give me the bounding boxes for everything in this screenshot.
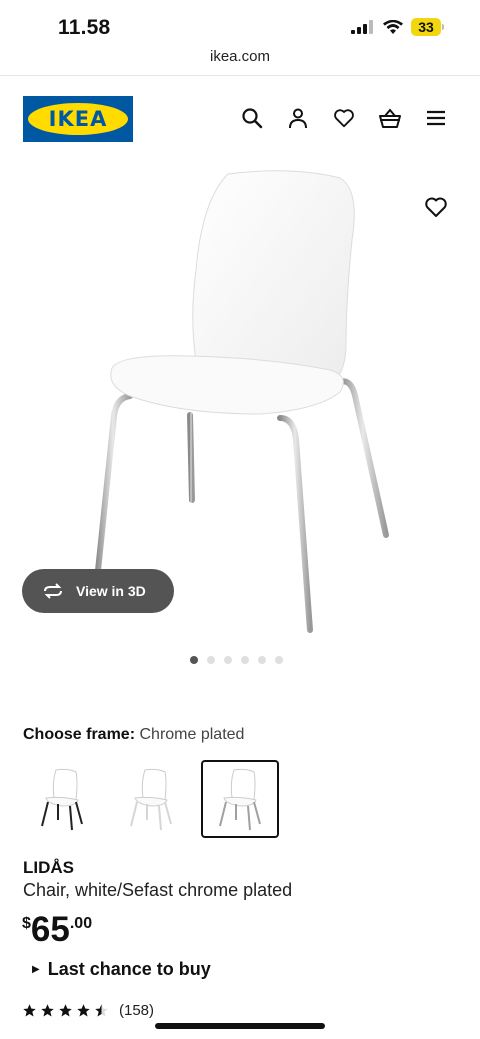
product-price: $ 65 .00: [22, 910, 92, 950]
frame-selected-value: Chrome plated: [139, 726, 245, 743]
account-icon[interactable]: [286, 106, 310, 130]
star-full-icon: [23, 1004, 36, 1017]
star-half-icon: [95, 1004, 108, 1017]
frame-option-white[interactable]: [112, 760, 190, 838]
expand-triangle-icon: ▶: [32, 964, 40, 975]
frame-option-chrome[interactable]: [201, 760, 279, 838]
gallery-dot[interactable]: [241, 656, 249, 664]
site-header: IKEA: [0, 96, 480, 144]
battery-icon: 33: [411, 18, 444, 36]
last-chance-notice[interactable]: ▶ Last chance to buy: [32, 959, 211, 980]
add-to-favourites-icon[interactable]: [424, 196, 448, 220]
view-in-3d-button[interactable]: View in 3D: [22, 569, 174, 613]
star-full-icon: [41, 1004, 54, 1017]
url-bar[interactable]: ikea.com: [0, 48, 480, 76]
frame-options: [23, 760, 279, 838]
search-icon[interactable]: [240, 106, 264, 130]
gallery-dot[interactable]: [190, 656, 198, 664]
gallery-dot[interactable]: [224, 656, 232, 664]
product-description: Chair, white/Sefast chrome plated: [23, 880, 293, 900]
gallery-dot[interactable]: [258, 656, 266, 664]
frame-selector-label: Choose frame: Chrome plated: [23, 726, 244, 744]
rating-stars: [22, 1003, 109, 1018]
gallery-pagination: [190, 656, 283, 664]
url-text: ikea.com: [209, 48, 271, 65]
wifi-icon: [383, 19, 403, 34]
last-chance-label: Last chance to buy: [47, 959, 211, 979]
home-indicator: [155, 1023, 325, 1029]
gallery-dot[interactable]: [275, 656, 283, 664]
price-currency: $: [22, 915, 31, 932]
product-rating[interactable]: (158): [22, 1002, 154, 1019]
star-full-icon: [77, 1004, 90, 1017]
view-in-3d-label: View in 3D: [76, 583, 146, 599]
status-time: 11.58: [58, 16, 111, 39]
rating-count: (158): [119, 1002, 155, 1019]
battery-level: 33: [411, 18, 441, 36]
gallery-dot[interactable]: [207, 656, 215, 664]
status-icons: 33: [351, 18, 444, 36]
star-full-icon: [59, 1004, 72, 1017]
menu-icon[interactable]: [424, 106, 448, 130]
logo-text: IKEA: [48, 107, 108, 131]
frame-option-black[interactable]: [23, 760, 101, 838]
price-decimal: .00: [69, 915, 93, 932]
product-name: LIDÅS: [23, 858, 74, 877]
rotate-3d-icon: [44, 583, 62, 599]
ikea-logo[interactable]: IKEA: [23, 96, 133, 142]
basket-icon[interactable]: [378, 106, 402, 130]
signal-icon: [351, 20, 373, 34]
favourites-icon[interactable]: [332, 106, 356, 130]
status-bar: 11.58 33: [0, 0, 480, 48]
frame-label: Choose frame:: [23, 726, 136, 743]
price-integer: 65: [30, 910, 70, 949]
